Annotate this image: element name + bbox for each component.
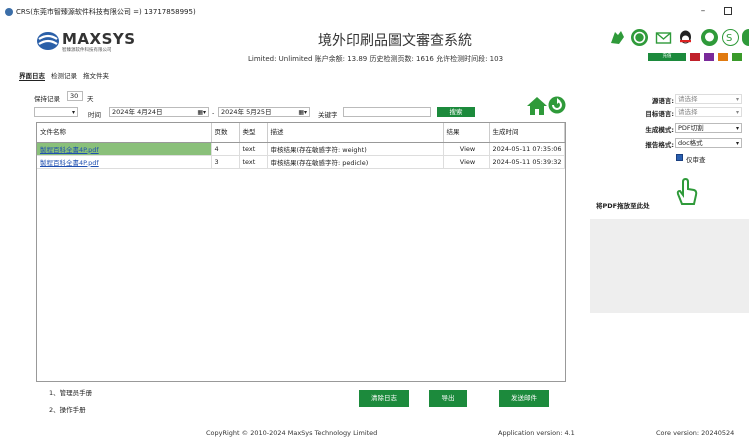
hand-pointer-icon (676, 178, 698, 205)
report-format-label: 报告格式: (645, 141, 674, 149)
file-link[interactable]: 製程百科全書4P.pdf (37, 142, 212, 156)
account-status: Limited: Unlimited 账户余额: 13.89 历史检测页数: 1… (248, 55, 504, 63)
col-header-time[interactable]: 生成时间 (489, 123, 565, 143)
date-to-value: 2024年 5月25日 (221, 108, 272, 116)
export-button[interactable]: 导出 (429, 390, 467, 407)
cell-pages: 3 (211, 155, 240, 169)
date-to-picker[interactable]: 2024年 5月25日 ▦▾ (218, 107, 310, 117)
whatsapp-icon[interactable] (631, 29, 648, 46)
minimize-button[interactable]: – (697, 5, 709, 17)
cell-description: 审核结果(存在敏感字符: weight) (267, 142, 444, 156)
retain-label: 保持记录 (34, 95, 60, 103)
wechat-icon[interactable] (742, 29, 749, 46)
chevron-down-icon: ▾ (735, 140, 739, 147)
footer: CopyRight © 2010-2024 MaxSys Technology … (0, 426, 749, 437)
chevron-down-icon: ▾ (735, 96, 739, 103)
col-header-pages[interactable]: 页数 (211, 123, 240, 143)
pdf-drop-zone[interactable] (590, 219, 749, 313)
color-swatch-red[interactable] (690, 53, 700, 61)
file-table: 文件名称 页数 类型 描述 结果 生成时间 製程百科全書4P.pdf 4 tex… (36, 122, 566, 382)
keyword-label: 关键字 (318, 111, 338, 119)
date-from-value: 2024年 4月24日 (112, 108, 163, 116)
logo-subtitle: 智臻源软件科技有限公司 (62, 48, 112, 53)
target-lang-select[interactable]: 请选择 ▾ (675, 107, 742, 117)
recharge-label: 充值 (662, 54, 672, 59)
table-header-row: 文件名称 页数 类型 描述 结果 生成时间 (37, 123, 565, 143)
report-format-select[interactable]: doc格式 ▾ (675, 138, 742, 148)
period-select[interactable]: ▾ (34, 107, 78, 117)
view-button[interactable]: View (443, 142, 490, 156)
drop-zone-label: 将PDF拖放至此处 (596, 202, 650, 210)
svg-text:S: S (726, 33, 732, 44)
refresh-icon[interactable] (548, 96, 566, 114)
gen-mode-select[interactable]: PDF切割 ▾ (675, 123, 742, 133)
tab-detection-records[interactable]: 检测记录 (51, 70, 77, 80)
active-tab-indicator (19, 80, 45, 81)
recharge-swatch[interactable]: 充值 (648, 53, 686, 61)
tab-interface-log[interactable]: 界面日志 (19, 70, 45, 80)
col-header-result[interactable]: 结果 (443, 123, 490, 143)
logo-text: MAXSYS (62, 30, 136, 48)
table-row[interactable]: 製程百科全書4P.pdf 4 text 审核结果(存在敏感字符: weight)… (37, 142, 565, 156)
settings-panel: 源语言: 请选择 ▾ 目标语言: 请选择 ▾ 生成模式: PDF切割 ▾ 报告格式: … (590, 88, 749, 428)
admin-manual-link[interactable]: 1、管理员手册 (49, 387, 92, 397)
cell-type: text (239, 142, 268, 156)
logo: MAXSYS 智臻源软件科技有限公司 (36, 30, 135, 58)
cell-type: text (239, 155, 268, 169)
table-row[interactable]: 製程百科全書4P.pdf 3 text 审核结果(存在敏感字符: pedicle… (37, 155, 565, 169)
log-panel: 保持记录 30 天 ▾ 时间 2024年 4月24日 ▦▾ - 2024年 5月2… (24, 88, 584, 428)
cell-description: 审核结果(存在敏感字符: pedicle) (267, 155, 444, 169)
tag-icon[interactable] (609, 29, 626, 46)
title-bar: CRS(东莞市智臻源软件科技有限公司 =) 13717858995) – (0, 0, 749, 22)
chevron-down-icon: ▾ (735, 125, 739, 132)
keyword-input[interactable] (343, 107, 431, 117)
cell-pages: 4 (211, 142, 240, 156)
app-title: 境外印刷品圖文審查系統 (318, 33, 472, 49)
color-swatch-purple[interactable] (704, 53, 714, 61)
target-lang-value: 请选择 (678, 108, 698, 116)
cell-time: 2024-05-11 07:35:06 (489, 142, 565, 156)
clear-log-button[interactable]: 清除日志 (359, 390, 409, 407)
qq-icon[interactable] (677, 29, 694, 46)
app-icon (5, 8, 13, 16)
maximize-button[interactable] (724, 7, 732, 15)
gen-mode-value: PDF切割 (678, 124, 704, 132)
retain-days-input[interactable]: 30 (67, 91, 83, 101)
source-lang-value: 请选择 (678, 95, 698, 103)
skype-icon[interactable]: S (722, 29, 739, 46)
file-link[interactable]: 製程百科全書4P.pdf (37, 155, 212, 169)
source-lang-select[interactable]: 请选择 ▾ (675, 94, 742, 104)
days-unit: 天 (87, 95, 94, 103)
date-separator: - (212, 109, 215, 117)
color-swatch-orange[interactable] (718, 53, 728, 61)
report-format-value: doc格式 (678, 139, 703, 147)
chat-icon[interactable] (701, 29, 718, 46)
chevron-down-icon: ▾ (71, 109, 75, 116)
col-header-filename[interactable]: 文件名称 (37, 123, 212, 143)
view-button[interactable]: View (443, 155, 490, 169)
send-email-button[interactable]: 发送邮件 (499, 390, 549, 407)
user-manual-link[interactable]: 2、操作手册 (49, 404, 86, 414)
col-header-type[interactable]: 类型 (239, 123, 268, 143)
source-lang-label: 源语言: (651, 97, 674, 105)
home-icon[interactable] (526, 96, 548, 116)
chevron-down-icon: ▾ (735, 109, 739, 116)
date-from-picker[interactable]: 2024年 4月24日 ▦▾ (109, 107, 209, 117)
calendar-icon: ▦▾ (197, 109, 206, 116)
col-header-description[interactable]: 描述 (267, 123, 444, 143)
tab-drag-folder[interactable]: 拖文件夹 (83, 70, 109, 80)
color-swatch-green[interactable] (732, 53, 742, 61)
window-title: CRS(东莞市智臻源软件科技有限公司 =) 13717858995) (16, 8, 196, 16)
review-only-checkbox[interactable] (676, 154, 683, 161)
mail-icon[interactable] (655, 29, 672, 46)
gen-mode-label: 生成模式: (645, 126, 674, 134)
target-lang-label: 目标语言: (645, 110, 674, 118)
calendar-icon: ▦▾ (298, 109, 307, 116)
review-only-label: 仅审查 (686, 156, 706, 164)
search-button[interactable]: 搜索 (437, 107, 475, 117)
time-label: 时间 (88, 111, 101, 119)
cell-time: 2024-05-11 05:39:32 (489, 155, 565, 169)
logo-mark-icon (37, 32, 59, 50)
